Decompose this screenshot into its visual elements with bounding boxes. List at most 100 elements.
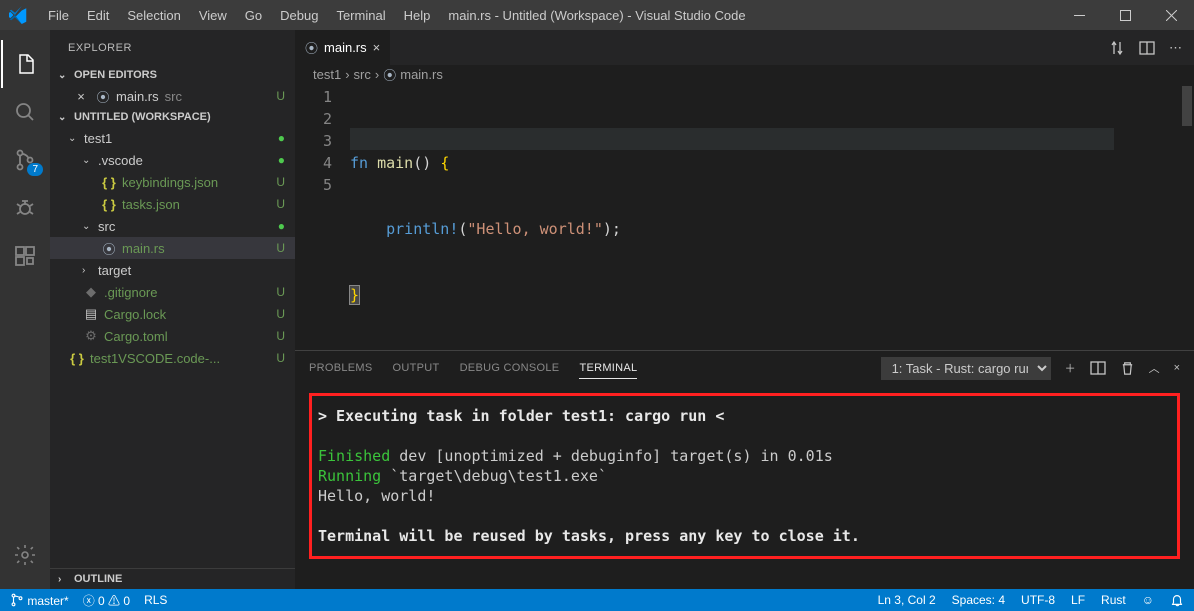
menu-terminal[interactable]: Terminal [328,4,393,27]
minimap-viewport[interactable] [1182,86,1192,126]
tree-file-keybindings[interactable]: { } keybindings.json U [50,171,295,193]
editor-group: ⦿ main.rs × ⋯ test1› src› ⦿ main.rs 1 2 … [295,30,1194,589]
tree-folder-test1[interactable]: ⌄ test1 ● [50,127,295,149]
terminal[interactable]: > Executing task in folder test1: cargo … [295,385,1194,589]
close-icon[interactable]: × [373,40,381,55]
breadcrumb-item[interactable]: src [354,67,371,82]
maximize-panel-icon[interactable]: ︿ [1149,360,1160,376]
tree-file-workspace[interactable]: { } test1VSCODE.code-... U [50,347,295,369]
breadcrumbs[interactable]: test1› src› ⦿ main.rs [295,65,1194,84]
tree-file-mainrs[interactable]: ⦿ main.rs U [50,237,295,259]
git-status-marker: U [276,89,285,103]
kill-terminal-icon[interactable] [1120,361,1135,376]
chevron-down-icon: ⌄ [58,70,70,81]
feedback-icon[interactable]: ☺ [1142,593,1154,607]
status-bar: master* ⓧ 0 ⚠ 0 RLS Ln 3, Col 2 Spaces: … [0,589,1194,611]
status-cursor[interactable]: Ln 3, Col 2 [878,593,936,607]
status-branch[interactable]: master* [10,593,69,608]
close-panel-icon[interactable]: × [1174,362,1180,374]
debug-activity[interactable] [1,184,49,232]
status-problems[interactable]: ⓧ 0 ⚠ 0 [83,592,130,609]
minimize-button[interactable] [1056,0,1102,30]
tree-file-tasks[interactable]: { } tasks.json U [50,193,295,215]
folder-label: test1 [84,131,112,146]
tree-file-gitignore[interactable]: ◆ .gitignore U [50,281,295,303]
close-icon[interactable]: × [72,89,90,104]
breadcrumb-item[interactable]: test1 [313,67,341,82]
json-file-icon: { } [68,351,86,366]
split-editor-icon[interactable] [1139,40,1155,56]
workspace-header[interactable]: ⌄ UNTITLED (WORKSPACE) [50,107,295,127]
sidebar-title: EXPLORER [50,30,295,65]
panel-tab-debug-console[interactable]: DEBUG CONSOLE [460,358,560,378]
status-rls[interactable]: RLS [144,593,167,607]
minimap[interactable] [1114,84,1194,350]
tab-main-rs[interactable]: ⦿ main.rs × [295,30,391,65]
scm-activity[interactable]: 7 [1,136,49,184]
notifications-icon[interactable] [1170,593,1184,607]
menu-view[interactable]: View [191,4,235,27]
panel-tab-output[interactable]: OUTPUT [393,358,440,378]
folder-label: src [98,219,115,234]
breadcrumb-item[interactable]: main.rs [400,67,443,82]
menu-file[interactable]: File [40,4,77,27]
panel-tab-terminal[interactable]: TERMINAL [579,358,637,379]
chevron-right-icon: › [58,574,70,585]
extensions-activity[interactable] [1,232,49,280]
compare-changes-icon[interactable] [1109,40,1125,56]
chevron-right-icon: › [82,265,94,276]
chevron-down-icon: ⌄ [68,133,80,144]
status-eol[interactable]: LF [1071,593,1085,607]
tree-folder-vscode[interactable]: ⌄ .vscode ● [50,149,295,171]
explorer-activity[interactable] [1,40,49,88]
sidebar: EXPLORER ⌄ OPEN EDITORS × ⦿ main.rs src … [50,30,295,589]
status-indent[interactable]: Spaces: 4 [952,593,1005,607]
folder-label: target [98,263,131,278]
open-editors-header[interactable]: ⌄ OPEN EDITORS [50,65,295,85]
title-bar: File Edit Selection View Go Debug Termin… [0,0,1194,30]
git-status-marker: U [276,241,285,255]
split-terminal-icon[interactable] [1090,360,1106,376]
git-dot-icon: ● [278,132,285,144]
file-label: test1VSCODE.code-... [90,351,220,366]
open-editor-filename: main.rs [116,89,159,104]
menu-help[interactable]: Help [396,4,439,27]
editor-tabs: ⦿ main.rs × ⋯ [295,30,1194,65]
tree-file-cargolock[interactable]: ▤ Cargo.lock U [50,303,295,325]
rust-file-icon: ⦿ [305,38,318,57]
panel: PROBLEMS OUTPUT DEBUG CONSOLE TERMINAL 1… [295,350,1194,589]
open-editor-item[interactable]: × ⦿ main.rs src U [50,85,295,107]
status-encoding[interactable]: UTF-8 [1021,593,1055,607]
outline-header[interactable]: › OUTLINE [50,568,295,589]
rust-file-icon: ⦿ [100,239,118,258]
activity-bar: 7 [0,30,50,589]
menu-selection[interactable]: Selection [119,4,188,27]
maximize-button[interactable] [1102,0,1148,30]
git-dot-icon: ● [278,154,285,166]
git-dot-icon: ● [278,220,285,232]
terminal-selector[interactable]: 1: Task - Rust: cargo run [881,357,1051,380]
search-activity[interactable] [1,88,49,136]
more-actions-icon[interactable]: ⋯ [1169,40,1182,56]
file-label: main.rs [122,241,165,256]
panel-tab-problems[interactable]: PROBLEMS [309,358,373,378]
tree-folder-src[interactable]: ⌄ src ● [50,215,295,237]
scm-badge: 7 [27,163,43,176]
menu-go[interactable]: Go [237,4,270,27]
settings-activity[interactable] [1,531,49,579]
tab-label: main.rs [324,40,367,55]
code-content[interactable]: fn main() { println!("Hello, world!"); } [350,84,1194,350]
tree-file-cargotoml[interactable]: ⚙ Cargo.toml U [50,325,295,347]
close-window-button[interactable] [1148,0,1194,30]
vscode-logo-icon [8,5,28,25]
tree-folder-target[interactable]: › target [50,259,295,281]
file-label: keybindings.json [122,175,218,190]
menu-edit[interactable]: Edit [79,4,117,27]
status-language[interactable]: Rust [1101,593,1126,607]
menu-debug[interactable]: Debug [272,4,326,27]
terminal-line: Terminal will be reused by tasks, press … [318,526,1171,546]
code-editor[interactable]: 1 2 3 4 5 fn main() { println!("Hello, w… [295,84,1194,350]
new-terminal-icon[interactable]: ＋ [1065,360,1076,376]
git-status-marker: U [276,285,285,299]
open-editors-label: OPEN EDITORS [74,69,157,81]
